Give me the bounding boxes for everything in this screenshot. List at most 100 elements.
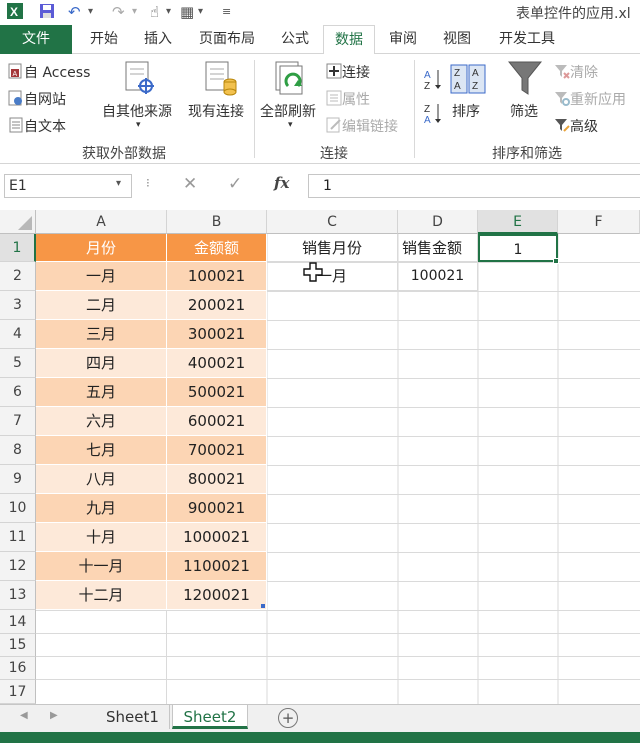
table-cell-month[interactable]: 八月	[36, 465, 167, 494]
sort-ascending-icon[interactable]: AZ	[424, 68, 442, 94]
tab-developer[interactable]: 开发工具	[488, 25, 566, 54]
row-header[interactable]: 10	[0, 494, 36, 523]
select-all-corner[interactable]	[0, 210, 36, 234]
connections-button[interactable]: 连接	[326, 62, 370, 83]
enter-icon[interactable]: ✓	[228, 174, 242, 194]
add-sheet-icon[interactable]: +	[278, 708, 298, 728]
advanced-button[interactable]: 高级	[554, 116, 598, 137]
redo-icon[interactable]: ↷	[112, 2, 125, 22]
table-cell-amount[interactable]: 700021	[167, 436, 267, 465]
sort-descending-icon[interactable]: ZA	[424, 102, 442, 128]
formula-input[interactable]: 1	[308, 174, 640, 198]
existing-connections-button[interactable]: 现有连接	[188, 101, 244, 121]
column-header-a[interactable]: A	[36, 210, 167, 234]
name-box[interactable]: E1	[4, 174, 132, 198]
table-cell-amount[interactable]: 400021	[167, 349, 267, 378]
sheet-tab-sheet2[interactable]: Sheet2	[172, 705, 248, 729]
row-header[interactable]: 15	[0, 634, 36, 657]
tab-data[interactable]: 数据	[323, 25, 375, 55]
table-cell-month[interactable]: 一月	[36, 262, 167, 291]
refresh-dropdown-icon[interactable]: ▾	[288, 120, 293, 130]
touch-dropdown-icon[interactable]: ▾	[166, 2, 171, 22]
sheet-tab-sheet1[interactable]: Sheet1	[96, 705, 170, 729]
row-header[interactable]: 4	[0, 320, 36, 349]
sort-icon[interactable]: ZAAZ	[450, 64, 486, 98]
lookup-amount-header[interactable]: 销售金额	[398, 234, 478, 262]
row-header[interactable]: 9	[0, 465, 36, 494]
column-header-b[interactable]: B	[167, 210, 267, 234]
table-cell-month[interactable]: 七月	[36, 436, 167, 465]
refresh-all-icon[interactable]	[274, 60, 308, 102]
table-cell-month[interactable]: 二月	[36, 291, 167, 320]
cancel-icon[interactable]: ✕	[183, 174, 197, 194]
table-cell-amount[interactable]: 1100021	[167, 552, 267, 581]
lookup-amount-value[interactable]: 100021	[398, 262, 478, 291]
insert-function-icon[interactable]: fx	[274, 174, 289, 192]
from-web-button[interactable]: 自网站	[8, 89, 66, 110]
column-header-f[interactable]: F	[558, 210, 640, 234]
refresh-all-button[interactable]: 全部刷新	[260, 101, 316, 121]
undo-dropdown-icon[interactable]: ▾	[88, 2, 93, 22]
table-cell-amount[interactable]: 900021	[167, 494, 267, 523]
scroll-left-icon[interactable]: ◀	[20, 710, 28, 721]
tab-insert[interactable]: 插入	[134, 25, 182, 54]
table-resize-handle[interactable]	[261, 604, 265, 608]
table-cell-month[interactable]: 四月	[36, 349, 167, 378]
properties-button[interactable]: 属性	[326, 89, 370, 110]
row-header[interactable]: 17	[0, 680, 36, 704]
row-header[interactable]: 7	[0, 407, 36, 436]
row-header[interactable]: 13	[0, 581, 36, 610]
table-header-amount[interactable]: 金额额	[167, 234, 267, 262]
tab-file[interactable]: 文件	[0, 25, 72, 54]
tab-home[interactable]: 开始	[80, 25, 128, 54]
lookup-month-value[interactable]: 一月	[267, 262, 398, 291]
row-header[interactable]: 5	[0, 349, 36, 378]
save-icon[interactable]	[38, 2, 56, 22]
filter-button[interactable]: 筛选	[510, 101, 538, 121]
table-cell-amount[interactable]: 1200021	[167, 581, 267, 610]
tab-page-layout[interactable]: 页面布局	[190, 25, 264, 54]
table-cell-amount[interactable]: 600021	[167, 407, 267, 436]
form-dropdown-icon[interactable]: ▾	[198, 2, 203, 22]
column-header-d[interactable]: D	[398, 210, 478, 234]
column-header-c[interactable]: C	[267, 210, 398, 234]
row-header[interactable]: 11	[0, 523, 36, 552]
sort-button[interactable]: 排序	[452, 101, 480, 121]
edit-links-button[interactable]: 编辑链接	[326, 116, 398, 137]
table-cell-month[interactable]: 三月	[36, 320, 167, 349]
tab-review[interactable]: 审阅	[380, 25, 426, 54]
reapply-button[interactable]: 重新应用	[554, 89, 626, 110]
table-cell-month[interactable]: 十一月	[36, 552, 167, 581]
table-header-month[interactable]: 月份	[36, 234, 167, 262]
table-cell-month[interactable]: 五月	[36, 378, 167, 407]
row-header[interactable]: 14	[0, 610, 36, 634]
name-box-dropdown-icon[interactable]: ▾	[116, 178, 121, 189]
column-header-e[interactable]: E	[478, 210, 558, 234]
other-sources-button[interactable]: 自其他来源	[102, 101, 172, 121]
form-icon[interactable]: ▦	[180, 2, 194, 22]
undo-icon[interactable]: ↶	[68, 2, 81, 22]
cell-e1-selected[interactable]: 1	[478, 234, 558, 262]
existing-connections-icon[interactable]	[204, 60, 238, 102]
tab-view[interactable]: 视图	[434, 25, 480, 54]
table-cell-month[interactable]: 十二月	[36, 581, 167, 610]
row-header[interactable]: 1	[0, 234, 36, 262]
customize-qat-icon[interactable]: ≡	[222, 2, 231, 22]
row-header[interactable]: 12	[0, 552, 36, 581]
tab-formulas[interactable]: 公式	[272, 25, 318, 54]
table-cell-month[interactable]: 六月	[36, 407, 167, 436]
touch-mode-icon[interactable]: ☝	[150, 2, 159, 22]
row-header[interactable]: 16	[0, 657, 36, 680]
row-header[interactable]: 3	[0, 291, 36, 320]
table-cell-amount[interactable]: 800021	[167, 465, 267, 494]
fill-handle[interactable]	[553, 258, 559, 264]
table-cell-month[interactable]: 九月	[36, 494, 167, 523]
table-cell-amount[interactable]: 100021	[167, 262, 267, 291]
other-sources-icon[interactable]	[124, 60, 156, 102]
other-sources-dropdown-icon[interactable]: ▾	[136, 120, 141, 130]
table-cell-amount[interactable]: 200021	[167, 291, 267, 320]
filter-icon[interactable]	[507, 60, 543, 102]
row-header[interactable]: 8	[0, 436, 36, 465]
lookup-month-header[interactable]: 销售月份	[267, 234, 398, 262]
clear-button[interactable]: 清除	[554, 62, 598, 83]
